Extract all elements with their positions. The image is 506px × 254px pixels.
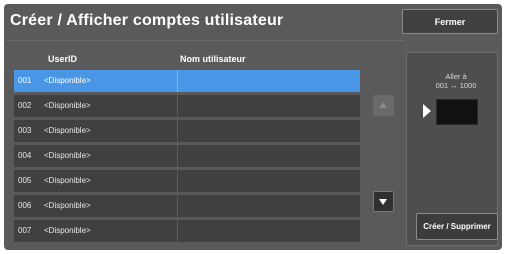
goto-label: Aller à 001 ↔ 1000: [426, 72, 486, 90]
table-row[interactable]: 006 <Disponible>: [14, 195, 360, 217]
row-id: 002: [18, 101, 32, 111]
goto-range: 001 ↔ 1000: [435, 81, 477, 90]
row-userid: <Disponible>: [31, 220, 178, 242]
goto-number-field[interactable]: [436, 99, 478, 125]
scroll-down-button[interactable]: [373, 191, 394, 212]
row-userid: <Disponible>: [31, 170, 178, 192]
row-id: 006: [18, 201, 32, 211]
triangle-down-icon: [379, 199, 387, 205]
row-id: 003: [18, 126, 32, 136]
triangle-up-icon: [379, 102, 387, 108]
scroll-up-button[interactable]: [373, 95, 394, 116]
close-button[interactable]: Fermer: [402, 9, 498, 34]
row-userid: <Disponible>: [31, 145, 178, 167]
user-account-list: 001 <Disponible> 002 <Disponible> 003 <D…: [14, 70, 360, 245]
goto-label-line1: Aller à: [445, 72, 467, 81]
table-row[interactable]: 001 <Disponible>: [14, 70, 360, 92]
table-row[interactable]: 003 <Disponible>: [14, 120, 360, 142]
create-delete-button[interactable]: Créer / Supprimer: [416, 213, 498, 240]
table-row[interactable]: 005 <Disponible>: [14, 170, 360, 192]
row-userid: <Disponible>: [31, 120, 178, 142]
row-userid: <Disponible>: [31, 195, 178, 217]
row-userid: <Disponible>: [31, 95, 178, 117]
row-id: 005: [18, 176, 32, 186]
column-header-username: Nom utilisateur: [180, 54, 246, 64]
row-userid: <Disponible>: [31, 70, 178, 92]
column-header-userid: UserID: [48, 54, 78, 64]
table-row[interactable]: 007 <Disponible>: [14, 220, 360, 242]
row-id: 004: [18, 151, 32, 161]
table-row[interactable]: 004 <Disponible>: [14, 145, 360, 167]
row-id: 001: [18, 76, 32, 86]
table-row[interactable]: 002 <Disponible>: [14, 95, 360, 117]
dialog-title: Créer / Afficher comptes utilisateur: [10, 12, 284, 29]
row-id: 007: [18, 226, 32, 236]
goto-arrow-icon: [423, 104, 431, 118]
